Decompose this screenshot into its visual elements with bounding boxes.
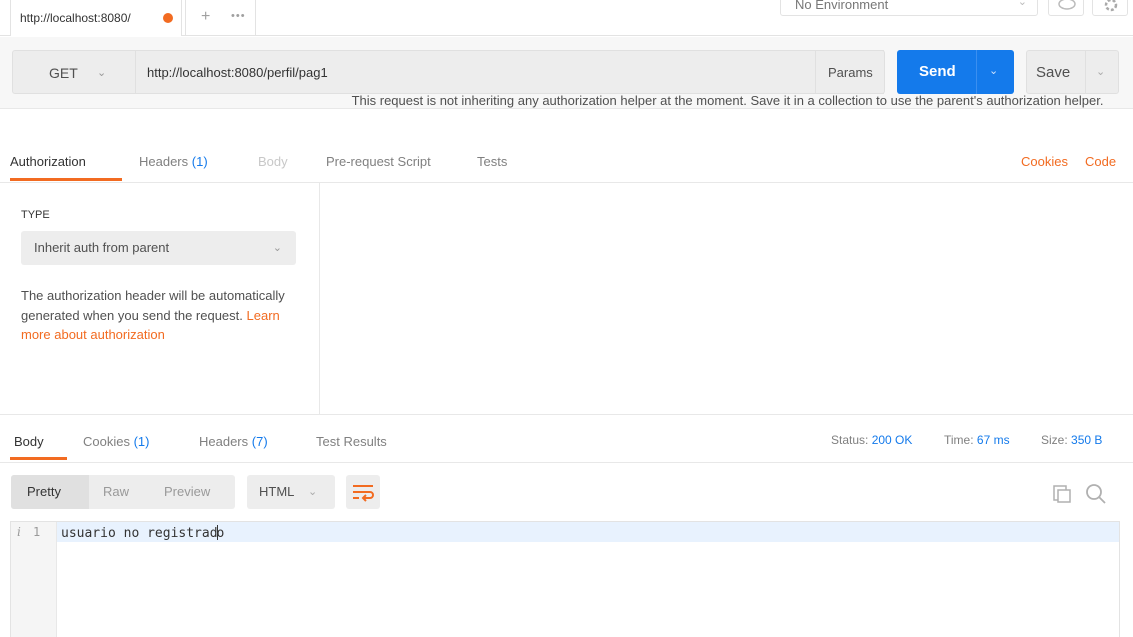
auth-type-value: Inherit auth from parent — [34, 240, 170, 255]
response-toolbar: Pretty Raw Preview HTML ⌄ — [0, 464, 1133, 520]
code-line: usuario no registrado — [61, 525, 224, 541]
response-headers-count: (7) — [251, 434, 268, 449]
send-label: Send — [919, 63, 956, 80]
preview-button[interactable]: Preview — [164, 484, 210, 499]
method-select[interactable]: GET ⌄ — [12, 50, 136, 94]
tab-bar: http://localhost:8080/ + ••• No Environm… — [0, 0, 1133, 36]
type-heading: TYPE — [21, 209, 50, 221]
line-number: 1 — [33, 525, 41, 539]
tab-response-body[interactable]: Body — [14, 434, 44, 449]
gear-icon[interactable] — [1092, 0, 1128, 16]
code-link[interactable]: Code — [1085, 154, 1116, 169]
status-label: Status: — [831, 433, 869, 447]
time-value: 67 ms — [976, 433, 1010, 447]
size-label: Size: — [1041, 433, 1068, 447]
auth-description: The authorization header will be automat… — [21, 286, 301, 345]
auth-message: This request is not inheriting any autho… — [351, 93, 1104, 108]
request-tabs: Authorization Headers (1) Body Pre-reque… — [0, 146, 1133, 183]
tab-pre-request-script[interactable]: Pre-request Script — [326, 154, 431, 169]
params-button[interactable]: Params — [815, 50, 885, 94]
time-label: Time: — [944, 433, 974, 447]
active-tab-indicator — [10, 457, 67, 460]
headers-count: (1) — [191, 154, 208, 169]
url-input[interactable]: http://localhost:8080/perfil/pag1 — [136, 50, 884, 94]
cookies-link[interactable]: Cookies — [1021, 154, 1068, 169]
eye-icon[interactable] — [1048, 0, 1084, 16]
size-readout: Size: 350 B — [1041, 433, 1102, 447]
code-text: usuario no registrad — [61, 526, 218, 541]
format-select[interactable]: HTML ⌄ — [247, 475, 335, 509]
tab-response-headers[interactable]: Headers (7) — [199, 434, 268, 449]
search-icon[interactable] — [1085, 483, 1107, 508]
info-icon: i — [17, 525, 21, 539]
chevron-down-icon: ⌄ — [1017, 0, 1027, 8]
unsaved-dot-icon — [163, 13, 173, 23]
tab-divider — [255, 0, 256, 36]
response-body-editor[interactable]: i 1 usuario no registrado — [10, 521, 1120, 637]
time-readout: Time: 67 ms — [944, 433, 1010, 447]
tab-tests[interactable]: Tests — [477, 154, 507, 169]
tab-body[interactable]: Body — [258, 154, 288, 169]
pretty-button[interactable]: Pretty — [27, 484, 61, 499]
auth-type-select[interactable]: Inherit auth from parent ⌄ — [21, 231, 296, 265]
wrap-lines-icon[interactable] — [346, 475, 380, 509]
view-mode-group: Pretty Raw Preview — [11, 475, 235, 509]
chevron-down-icon: ⌄ — [97, 67, 107, 79]
active-tab-indicator — [10, 178, 122, 181]
copy-icon[interactable] — [1052, 484, 1072, 507]
chevron-down-icon[interactable]: ⌄ — [989, 64, 998, 77]
tab-headers[interactable]: Headers (1) — [139, 154, 208, 169]
environment-select[interactable]: No Environment ⌄ — [780, 0, 1038, 16]
tab-cookies-label: Cookies — [83, 434, 130, 449]
line-gutter: i 1 — [11, 522, 57, 637]
tab-response-headers-label: Headers — [199, 434, 249, 449]
url-text: http://localhost:8080/perfil/pag1 — [147, 65, 328, 80]
tab-divider — [185, 0, 186, 36]
method-label: GET — [49, 65, 78, 81]
request-tab-label: http://localhost:8080/ — [20, 11, 131, 25]
send-divider — [976, 50, 977, 94]
auth-description-text: The authorization header will be automat… — [21, 288, 285, 323]
params-label: Params — [828, 65, 873, 80]
cookies-count: (1) — [133, 434, 150, 449]
tab-headers-label: Headers — [139, 154, 189, 169]
tab-response-cookies[interactable]: Cookies (1) — [83, 434, 149, 449]
tab-authorization[interactable]: Authorization — [10, 154, 86, 169]
size-value: 350 B — [1071, 433, 1103, 447]
environment-label: No Environment — [795, 0, 889, 12]
raw-button[interactable]: Raw — [103, 484, 129, 499]
chevron-down-icon: ⌄ — [308, 486, 318, 498]
more-tabs-icon[interactable]: ••• — [231, 10, 246, 22]
save-label: Save — [1036, 64, 1071, 81]
tab-test-results[interactable]: Test Results — [316, 434, 387, 449]
response-tabs: Body Cookies (1) Headers (7) Test Result… — [0, 414, 1133, 463]
save-button[interactable]: Save ⌄ — [1026, 50, 1119, 94]
status-value: 200 OK — [871, 433, 913, 447]
auth-type-panel: TYPE Inherit auth from parent ⌄ The auth… — [0, 183, 320, 414]
chevron-down-icon: ⌄ — [272, 242, 282, 254]
send-button[interactable]: Send ⌄ — [897, 50, 1014, 94]
save-divider — [1085, 51, 1086, 93]
chevron-down-icon[interactable]: ⌄ — [1096, 65, 1105, 78]
status-readout: Status: 200 OK — [831, 433, 912, 447]
code-text-tail: o — [216, 526, 225, 541]
new-tab-plus-icon[interactable]: + — [201, 8, 210, 26]
request-tab[interactable]: http://localhost:8080/ — [10, 0, 182, 36]
format-label: HTML — [259, 484, 295, 499]
